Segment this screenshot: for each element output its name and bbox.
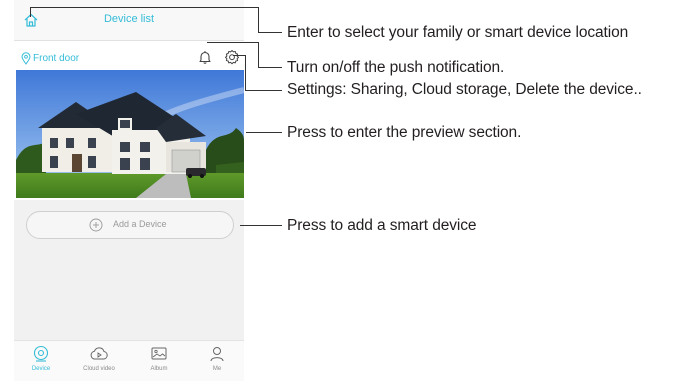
camera-preview[interactable] — [16, 70, 244, 198]
tab-device[interactable]: Device — [16, 345, 66, 379]
leader-line-settings — [245, 55, 246, 90]
camera-icon — [33, 345, 49, 362]
page-title: Device list — [103, 13, 155, 25]
leader-line-push — [258, 42, 259, 67]
add-device-label: Add a Device — [113, 219, 167, 229]
leader-line-add — [240, 225, 282, 226]
tab-device-label: Device — [31, 366, 51, 372]
tab-album[interactable]: Album — [134, 345, 184, 379]
annotation-push: Turn on/off the push notification. — [287, 59, 505, 76]
leader-line-family — [258, 32, 282, 33]
tab-cloud-video[interactable]: Cloud video — [74, 345, 124, 379]
phone-screen: Device list Front door Add a Device Devi… — [14, 0, 244, 381]
annotation-family: Enter to select your family or smart dev… — [287, 24, 629, 41]
leader-line-family — [30, 7, 258, 8]
image-icon — [151, 347, 167, 360]
annotation-add: Press to add a smart device — [287, 217, 477, 234]
device-row: Front door — [14, 40, 244, 70]
annotation-settings: Settings: Sharing, Cloud storage, Delete… — [287, 81, 642, 98]
tab-me[interactable]: Me — [192, 345, 242, 379]
leader-line-push — [258, 67, 282, 68]
gear-icon[interactable] — [224, 49, 240, 65]
leader-line-push — [207, 42, 258, 43]
leader-line-family — [258, 7, 259, 32]
annotation-preview: Press to enter the preview section. — [287, 124, 522, 141]
bell-icon[interactable] — [197, 49, 213, 65]
location-pin-icon — [21, 52, 31, 65]
device-name[interactable]: Front door — [33, 53, 79, 64]
leader-line-settings — [245, 90, 282, 91]
cloud-play-icon — [90, 347, 108, 360]
leader-line-family — [30, 7, 31, 17]
leader-line-preview — [246, 132, 282, 133]
tab-cloud-video-label: Cloud video — [83, 366, 115, 372]
plus-circle-icon — [89, 218, 103, 232]
leader-line-settings — [233, 55, 245, 56]
tab-me-label: Me — [212, 366, 222, 372]
tab-bar: Device Cloud video Album Me — [14, 340, 244, 381]
person-icon — [210, 347, 224, 362]
add-device-button[interactable]: Add a Device — [26, 211, 234, 239]
tab-album-label: Album — [150, 366, 168, 372]
